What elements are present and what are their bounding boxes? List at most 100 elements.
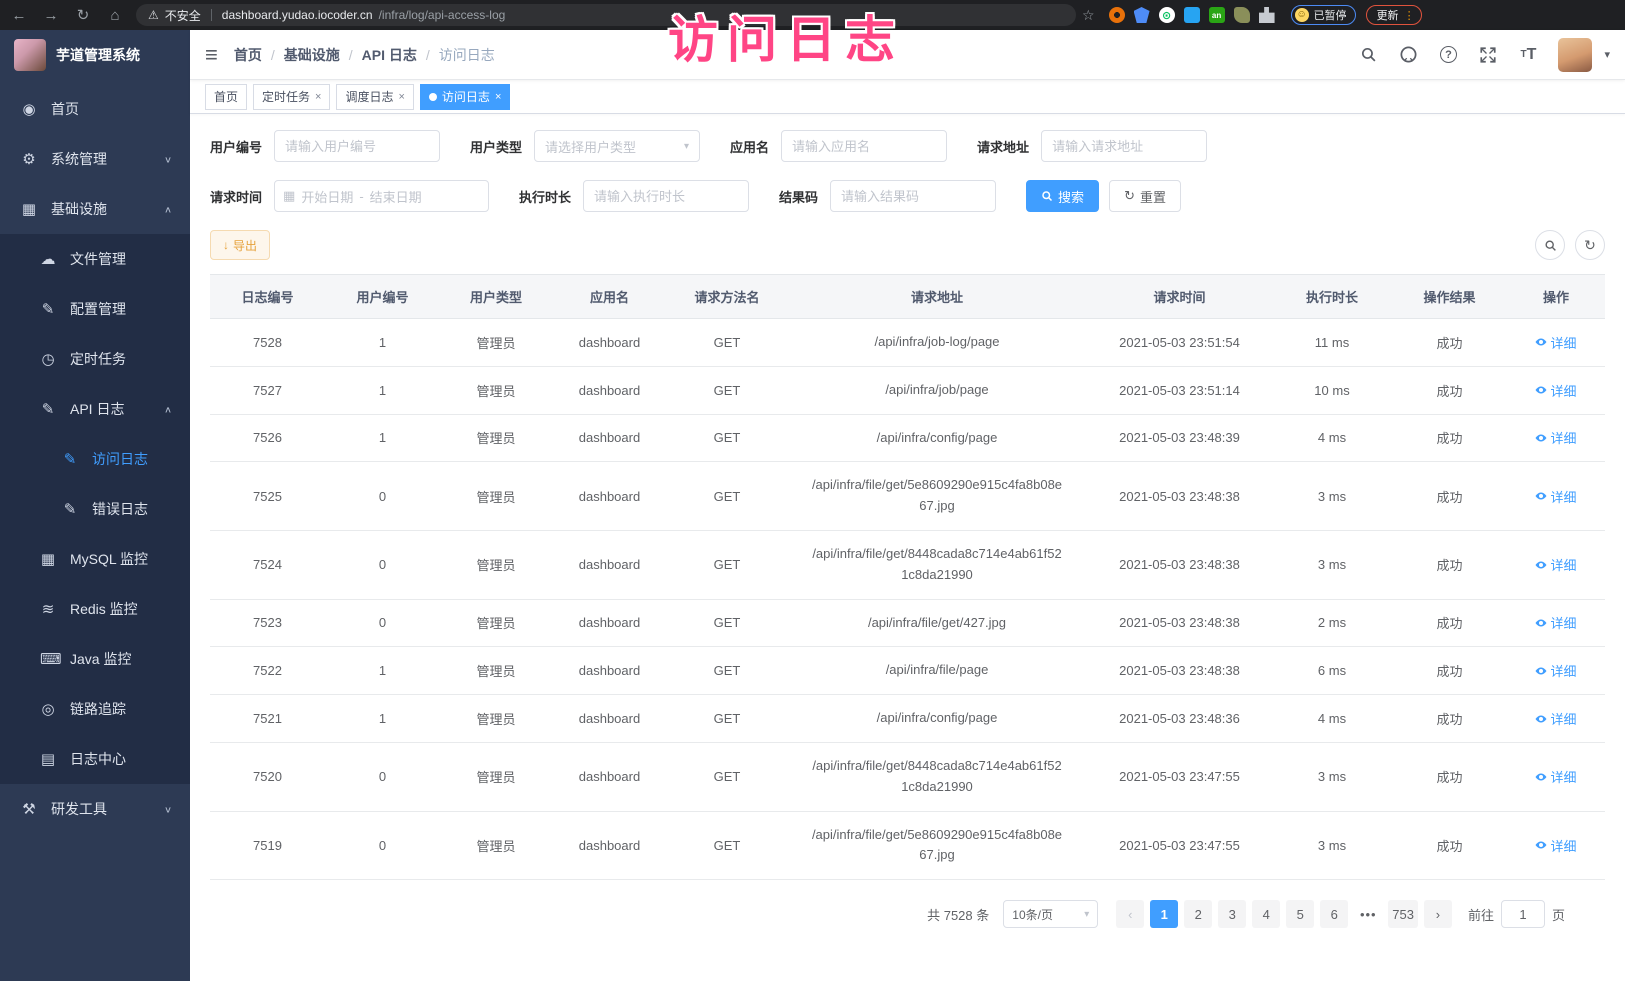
sidebar-item-链路追踪[interactable]: ◎链路追踪 xyxy=(0,684,190,734)
table-search-toggle-button[interactable] xyxy=(1535,230,1565,260)
app-name-input[interactable] xyxy=(781,130,947,162)
tab-close-icon[interactable]: × xyxy=(495,91,501,103)
tab-首页[interactable]: 首页 xyxy=(205,84,247,110)
page-button-1[interactable]: 1 xyxy=(1150,900,1178,928)
table-refresh-button[interactable]: ↻ xyxy=(1575,230,1605,260)
browser-reload-icon[interactable]: ↻ xyxy=(72,6,94,24)
request-url-cell: /api/infra/file/page xyxy=(787,647,1087,695)
detail-link[interactable]: 详细 xyxy=(1535,836,1576,855)
breadcrumb-item-API 日志[interactable]: API 日志 xyxy=(362,45,417,65)
github-icon[interactable] xyxy=(1398,45,1418,65)
app-logo[interactable]: 芋道管理系统 xyxy=(0,30,190,80)
detail-link[interactable]: 详细 xyxy=(1535,428,1576,447)
date-range-picker[interactable]: ▦ 开始日期 - 结束日期 xyxy=(274,180,489,212)
sidebar-item-定时任务[interactable]: ◷定时任务 xyxy=(0,334,190,384)
sidebar-item-Java 监控[interactable]: ⌨Java 监控 xyxy=(0,634,190,684)
tags-view-bar: 首页定时任务×调度日志× 访问日志× xyxy=(190,80,1625,114)
table-cell: GET xyxy=(667,647,787,695)
sidebar-item-API 日志[interactable]: ✎API 日志∧ xyxy=(0,384,190,434)
sidebar-item-系统管理[interactable]: ⚙系统管理∨ xyxy=(0,134,190,184)
tab-定时任务[interactable]: 定时任务× xyxy=(253,84,330,110)
page-button-2[interactable]: 2 xyxy=(1184,900,1212,928)
tab-调度日志[interactable]: 调度日志× xyxy=(336,84,413,110)
table-cell: 成功 xyxy=(1392,414,1507,462)
duration-input[interactable] xyxy=(583,180,749,212)
table-row: 75261管理员dashboardGET/api/infra/config/pa… xyxy=(210,414,1605,462)
user-menu-caret-icon[interactable]: ▾ xyxy=(1604,48,1610,61)
extension-an-icon[interactable]: an xyxy=(1209,7,1225,23)
tab-close-icon[interactable]: × xyxy=(398,91,404,103)
table-cell: 1 xyxy=(325,414,440,462)
hamburger-menu-icon[interactable]: ≡ xyxy=(205,44,218,66)
extension-generic-icon[interactable] xyxy=(1259,7,1275,23)
tab-close-icon[interactable]: × xyxy=(315,91,321,103)
table-cell: GET xyxy=(667,319,787,367)
sidebar-item-Redis 监控[interactable]: ≋Redis 监控 xyxy=(0,584,190,634)
sidebar-item-文件管理[interactable]: ☁文件管理 xyxy=(0,234,190,284)
detail-link[interactable]: 详细 xyxy=(1535,555,1576,574)
sidebar-item-MySQL 监控[interactable]: ▦MySQL 监控 xyxy=(0,534,190,584)
sidebar-item-基础设施[interactable]: ▦基础设施∧ xyxy=(0,184,190,234)
sidebar-item-首页[interactable]: ◉首页 xyxy=(0,84,190,134)
sidebar-item-label: 首页 xyxy=(51,99,79,119)
breadcrumb-item-基础设施[interactable]: 基础设施 xyxy=(284,45,340,65)
user-type-select[interactable]: 请选择用户类型 ▾ xyxy=(534,130,700,162)
detail-link[interactable]: 详细 xyxy=(1535,661,1576,680)
sidebar-item-配置管理[interactable]: ✎配置管理 xyxy=(0,284,190,334)
profile-paused-badge[interactable]: ☺ 已暂停 xyxy=(1291,5,1356,25)
detail-link[interactable]: 详细 xyxy=(1535,333,1576,352)
extension-leaf-icon[interactable] xyxy=(1234,7,1250,23)
browser-menu-dots-icon[interactable]: ⋮ xyxy=(1404,9,1415,22)
extension-shield-icon[interactable] xyxy=(1134,7,1150,23)
search-icon[interactable] xyxy=(1358,45,1378,65)
page-button-5[interactable]: 5 xyxy=(1286,900,1314,928)
font-size-icon[interactable]: TT xyxy=(1518,45,1538,65)
browser-forward-icon[interactable]: → xyxy=(40,7,62,24)
fullscreen-icon[interactable] xyxy=(1478,45,1498,65)
table-cell: 2021-05-03 23:48:38 xyxy=(1087,462,1272,531)
extension-donut-icon[interactable] xyxy=(1109,7,1125,23)
sidebar-item-访问日志[interactable]: ✎访问日志 xyxy=(0,434,190,484)
page-button-6[interactable]: 6 xyxy=(1320,900,1348,928)
user-id-input[interactable] xyxy=(274,130,440,162)
request-url-input[interactable] xyxy=(1041,130,1207,162)
table-cell: GET xyxy=(667,366,787,414)
reset-button[interactable]: ↻ 重置 xyxy=(1109,180,1181,212)
tab-访问日志[interactable]: 访问日志× xyxy=(420,84,510,110)
detail-link[interactable]: 详细 xyxy=(1535,613,1576,632)
browser-update-button[interactable]: 更新 ⋮ xyxy=(1366,5,1422,25)
page-size-select[interactable]: 10条/页 ▾ xyxy=(1003,900,1098,928)
address-bar[interactable]: ⚠ 不安全 dashboard.yudao.iocoder.cn/infra/l… xyxy=(136,4,1076,26)
result-code-input[interactable] xyxy=(830,180,996,212)
page-button-3[interactable]: 3 xyxy=(1218,900,1246,928)
api-log-icon: ✎ xyxy=(40,400,56,418)
detail-link[interactable]: 详细 xyxy=(1535,767,1576,786)
browser-home-icon[interactable]: ⌂ xyxy=(104,7,126,24)
browser-back-icon[interactable]: ← xyxy=(8,7,30,24)
sidebar-item-研发工具[interactable]: ⚒研发工具∨ xyxy=(0,784,190,834)
bookmark-star-icon[interactable]: ☆ xyxy=(1082,7,1095,24)
table-cell: 1 xyxy=(325,695,440,743)
select-arrow-icon: ▾ xyxy=(1084,909,1089,920)
detail-link[interactable]: 详细 xyxy=(1535,381,1576,400)
table-cell: 管理员 xyxy=(440,530,552,599)
request-url-cell: /api/infra/file/get/5e8609290e915c4fa8b0… xyxy=(787,811,1087,880)
sidebar-item-错误日志[interactable]: ✎错误日志 xyxy=(0,484,190,534)
breadcrumb-item-首页[interactable]: 首页 xyxy=(234,45,262,65)
detail-link[interactable]: 详细 xyxy=(1535,487,1576,506)
extension-wechat-icon[interactable]: ⊙ xyxy=(1159,7,1175,23)
sidebar-item-label: Redis 监控 xyxy=(70,599,138,619)
goto-page-input[interactable] xyxy=(1501,900,1545,928)
help-icon[interactable]: ? xyxy=(1438,45,1458,65)
page-button-753[interactable]: 753 xyxy=(1388,900,1418,928)
export-button[interactable]: ↓ 导出 xyxy=(210,230,270,260)
prev-page-button[interactable]: ‹ xyxy=(1116,900,1144,928)
sidebar-item-日志中心[interactable]: ▤日志中心 xyxy=(0,734,190,784)
user-avatar[interactable] xyxy=(1558,38,1592,72)
detail-link[interactable]: 详细 xyxy=(1535,709,1576,728)
page-button-4[interactable]: 4 xyxy=(1252,900,1280,928)
sidebar-item-label: 链路追踪 xyxy=(70,699,126,719)
extension-puzzle-icon[interactable] xyxy=(1184,7,1200,23)
next-page-button[interactable]: › xyxy=(1424,900,1452,928)
search-button[interactable]: 搜索 xyxy=(1026,180,1099,212)
